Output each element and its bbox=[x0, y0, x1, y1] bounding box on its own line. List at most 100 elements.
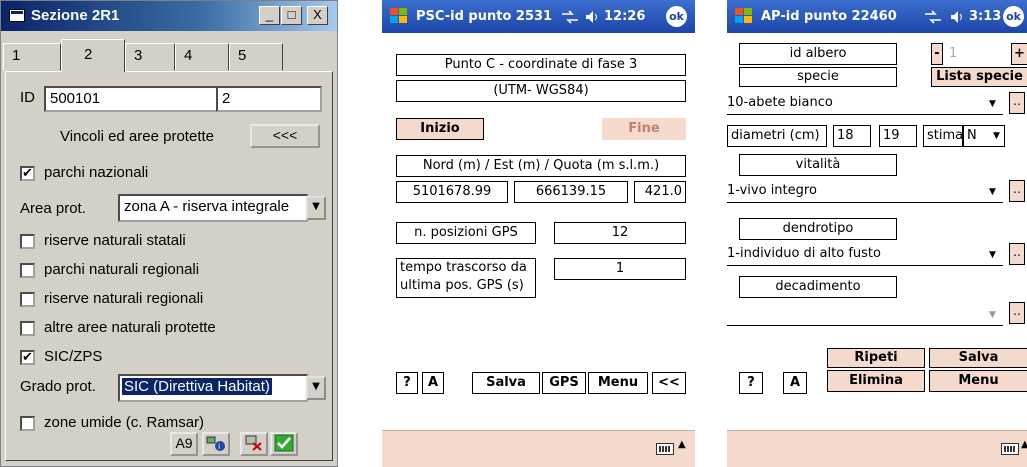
input-arrow-icon[interactable]: ▲ bbox=[678, 439, 686, 450]
gps-delete-icon bbox=[245, 435, 262, 451]
coord-header: Nord (m) / Est (m) / Quota (m s.l.m.) bbox=[396, 155, 686, 177]
vitalita-label: vitalità bbox=[739, 154, 897, 176]
tab-4[interactable]: 4 bbox=[175, 43, 229, 71]
quota-field[interactable]: 421.0 bbox=[634, 181, 686, 203]
tab-3[interactable]: 3 bbox=[125, 43, 175, 71]
dendrotipo-more-button[interactable]: .. bbox=[1009, 243, 1025, 265]
checkbox-riserve-statali[interactable] bbox=[20, 234, 35, 249]
connectivity-icon[interactable] bbox=[923, 9, 943, 25]
parchi-nazionali-checkbox[interactable]: ✔ bbox=[20, 166, 35, 181]
psc-footer: ▲ bbox=[382, 430, 695, 467]
tempo-label: tempo trascorso da ultima pos. GPS (s) bbox=[396, 258, 536, 298]
id-field-2[interactable]: 2 bbox=[216, 86, 322, 112]
connectivity-icon[interactable] bbox=[560, 9, 580, 25]
vincoli-button[interactable]: <<< bbox=[250, 124, 320, 148]
gps-info-button[interactable]: i bbox=[202, 432, 230, 456]
posizioni-value: 12 bbox=[554, 222, 686, 244]
specie-more-button[interactable]: .. bbox=[1009, 92, 1025, 114]
inizio-button[interactable]: Inizio bbox=[396, 118, 484, 140]
area-prot-select[interactable]: zona A - riserva integrale bbox=[118, 194, 308, 222]
checkbox-riserve-regionali[interactable] bbox=[20, 292, 35, 307]
decadimento-select[interactable] bbox=[727, 302, 1003, 326]
area-prot-dropdown-icon[interactable]: ▼ bbox=[306, 196, 326, 220]
salva-button[interactable]: Salva bbox=[472, 372, 540, 394]
decadimento-dropdown-icon[interactable]: ▼ bbox=[989, 310, 996, 320]
grado-prot-dropdown-icon[interactable]: ▼ bbox=[306, 376, 326, 400]
punto-heading: Punto C - coordinate di fase 3 bbox=[396, 54, 686, 76]
tab-1[interactable]: 1 bbox=[3, 43, 61, 71]
checkbox-zone-umide[interactable] bbox=[20, 416, 35, 431]
dialog-titlebar[interactable]: Sezione 2R1 _ □ X bbox=[1, 1, 337, 31]
dendrotipo-dropdown-icon[interactable]: ▼ bbox=[989, 250, 996, 260]
dendrotipo-select[interactable]: 1-individuo di alto fusto bbox=[727, 243, 1003, 266]
windows-start-icon[interactable] bbox=[388, 5, 410, 27]
sezione-dialog: Sezione 2R1 _ □ X 1 2 3 4 5 ID 500101 2 … bbox=[0, 0, 338, 467]
grado-prot-value: SIC (Direttiva Habitat) bbox=[122, 378, 272, 395]
ripeti-button[interactable]: Ripeti bbox=[827, 348, 925, 368]
id-field[interactable]: 500101 bbox=[44, 86, 220, 112]
checkbox-altre-aree[interactable] bbox=[20, 321, 35, 336]
id-albero-field[interactable]: 1 bbox=[945, 43, 1003, 65]
stima-dropdown-icon[interactable]: ▼ bbox=[993, 131, 1000, 141]
elimina-button[interactable]: Elimina bbox=[827, 370, 925, 392]
keyboard-icon[interactable] bbox=[1001, 443, 1019, 455]
specie-dropdown-icon[interactable]: ▼ bbox=[989, 99, 996, 109]
keyboard-icon[interactable] bbox=[656, 443, 674, 455]
vincoli-label: Vincoli ed aree protette bbox=[60, 128, 214, 145]
posizioni-label: n. posizioni GPS bbox=[396, 222, 536, 244]
gps-button[interactable]: GPS bbox=[542, 372, 586, 394]
close-button[interactable]: X bbox=[307, 6, 328, 25]
vitalita-more-button[interactable]: .. bbox=[1009, 180, 1025, 202]
ap-titlebar: AP-id punto 22460 3:13 ok bbox=[727, 0, 1027, 33]
input-arrow-icon[interactable]: ▲ bbox=[1021, 439, 1027, 450]
help-button[interactable]: ? bbox=[396, 372, 418, 394]
est-field[interactable]: 666139.15 bbox=[514, 181, 628, 203]
back-button[interactable]: << bbox=[652, 372, 686, 394]
utm-heading: (UTM- WGS84) bbox=[396, 80, 686, 102]
help-button[interactable]: ? bbox=[739, 372, 763, 394]
tab-5[interactable]: 5 bbox=[229, 43, 283, 71]
minimize-button[interactable]: _ bbox=[259, 6, 280, 25]
decrement-button[interactable]: - bbox=[931, 43, 943, 65]
dendrotipo-label: dendrotipo bbox=[739, 218, 897, 240]
nord-field[interactable]: 5101678.99 bbox=[396, 181, 508, 203]
lista-specie-button[interactable]: Lista specie bbox=[931, 67, 1027, 87]
id-label: ID bbox=[20, 89, 35, 106]
volume-icon[interactable] bbox=[949, 9, 965, 25]
ap-title: AP-id punto 22460 bbox=[761, 9, 897, 24]
stima-label: stima bbox=[923, 125, 963, 147]
checkbox-parchi-regionali[interactable] bbox=[20, 263, 35, 278]
riserve-regionali-label: riserve naturali regionali bbox=[44, 290, 204, 307]
parchi-regionali-label: parchi naturali regionali bbox=[44, 261, 200, 278]
diametri-label: diametri (cm) bbox=[727, 125, 827, 147]
increment-button[interactable]: + bbox=[1011, 43, 1027, 65]
decadimento-more-button[interactable]: .. bbox=[1009, 302, 1025, 324]
vitalita-dropdown-icon[interactable]: ▼ bbox=[989, 187, 996, 197]
gps-delete-button[interactable] bbox=[240, 432, 268, 456]
checkbox-sic-zps[interactable]: ✔ bbox=[20, 350, 35, 365]
ok-button[interactable]: ok bbox=[666, 6, 687, 27]
salva-button[interactable]: Salva bbox=[929, 348, 1027, 368]
menu-button[interactable]: Menu bbox=[929, 370, 1027, 392]
psc-clock: 12:26 bbox=[604, 9, 646, 24]
decadimento-label: decadimento bbox=[739, 276, 897, 298]
menu-button[interactable]: Menu bbox=[588, 372, 648, 394]
fine-button[interactable]: Fine bbox=[602, 118, 686, 140]
windows-start-icon[interactable] bbox=[733, 5, 755, 27]
a-button[interactable]: A bbox=[422, 372, 444, 394]
tempo-value: 1 bbox=[554, 258, 686, 280]
diametro-2-field[interactable]: 19 bbox=[879, 125, 917, 147]
a-button[interactable]: A bbox=[783, 372, 807, 394]
volume-icon[interactable] bbox=[584, 9, 600, 25]
maximize-button[interactable]: □ bbox=[281, 6, 302, 25]
diametro-1-field[interactable]: 18 bbox=[833, 125, 871, 147]
dialog-title: Sezione 2R1 bbox=[31, 7, 120, 24]
confirm-button[interactable] bbox=[270, 432, 298, 456]
a9-button[interactable]: A9 bbox=[170, 432, 198, 456]
grado-prot-select[interactable]: SIC (Direttiva Habitat) bbox=[118, 374, 308, 402]
specie-select[interactable]: 10-abete bianco bbox=[727, 92, 1003, 115]
vitalita-select[interactable]: 1-vivo integro bbox=[727, 180, 1003, 203]
id-albero-label: id albero bbox=[739, 43, 897, 65]
tab-2[interactable]: 2 bbox=[61, 39, 125, 72]
ok-button[interactable]: ok bbox=[1003, 6, 1024, 27]
